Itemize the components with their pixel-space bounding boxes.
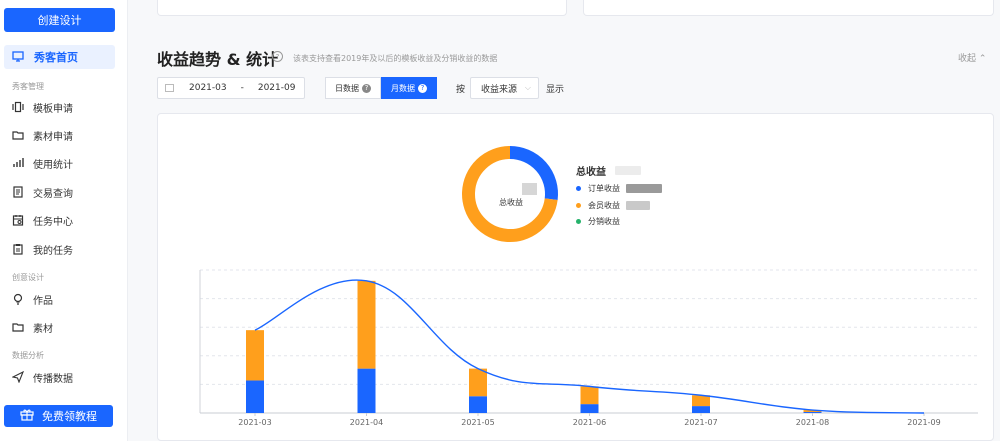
masked-value [626,201,650,210]
legend-label: 订单收益 [588,184,620,193]
bar-2021-07-series-0[interactable] [692,406,710,413]
legend-label: 会员收益 [588,201,620,210]
bar-2021-07-series-1[interactable] [692,395,710,407]
bar-2021-04-series-0[interactable] [357,368,376,413]
charts-canvas: 2021-03 2021-04 2021-05 2021-06 2021-07 2021-… [199,146,978,427]
legend-dot [576,203,581,208]
legend-title-text: 总收益 [576,167,606,178]
masked-value [615,166,642,175]
legend-item-distribution[interactable]: 分销收益 [576,216,620,227]
legend-item-order[interactable]: 订单收益 [576,183,662,194]
x-tick-label: 2021-04 [350,418,383,427]
bar-2021-04-series-1[interactable] [357,280,376,369]
legend-title: 总收益 [576,163,642,178]
bar-2021-03-series-0[interactable] [246,380,264,413]
x-tick-label: 2021-05 [461,418,494,427]
bar-2021-05-series-1[interactable] [469,368,487,397]
bar-2021-08-series-0[interactable] [803,412,822,413]
masked-value [626,184,662,193]
bar-2021-03-series-1[interactable] [246,330,264,381]
legend-dot [576,186,581,191]
donut-center-label: 总收益 [499,198,523,207]
x-tick-label: 2021-08 [796,418,829,427]
bar-2021-06-series-0[interactable] [580,404,599,413]
legend-dot [576,219,581,224]
bar-2021-05-series-0[interactable] [469,396,487,413]
legend-item-member[interactable]: 会员收益 [576,200,650,211]
revenue-bar-chart: 2021-03 2021-04 2021-05 2021-06 2021-07 2021-… [199,269,978,427]
bar-2021-06-series-1[interactable] [580,386,599,405]
x-tick-label: 2021-07 [684,418,717,427]
x-tick-label: 2021-06 [573,418,606,427]
x-tick-label: 2021-03 [238,418,271,427]
legend-label: 分销收益 [588,217,620,226]
x-tick-label: 2021-09 [907,418,940,427]
masked-value [522,183,537,195]
revenue-donut-chart [462,146,558,242]
